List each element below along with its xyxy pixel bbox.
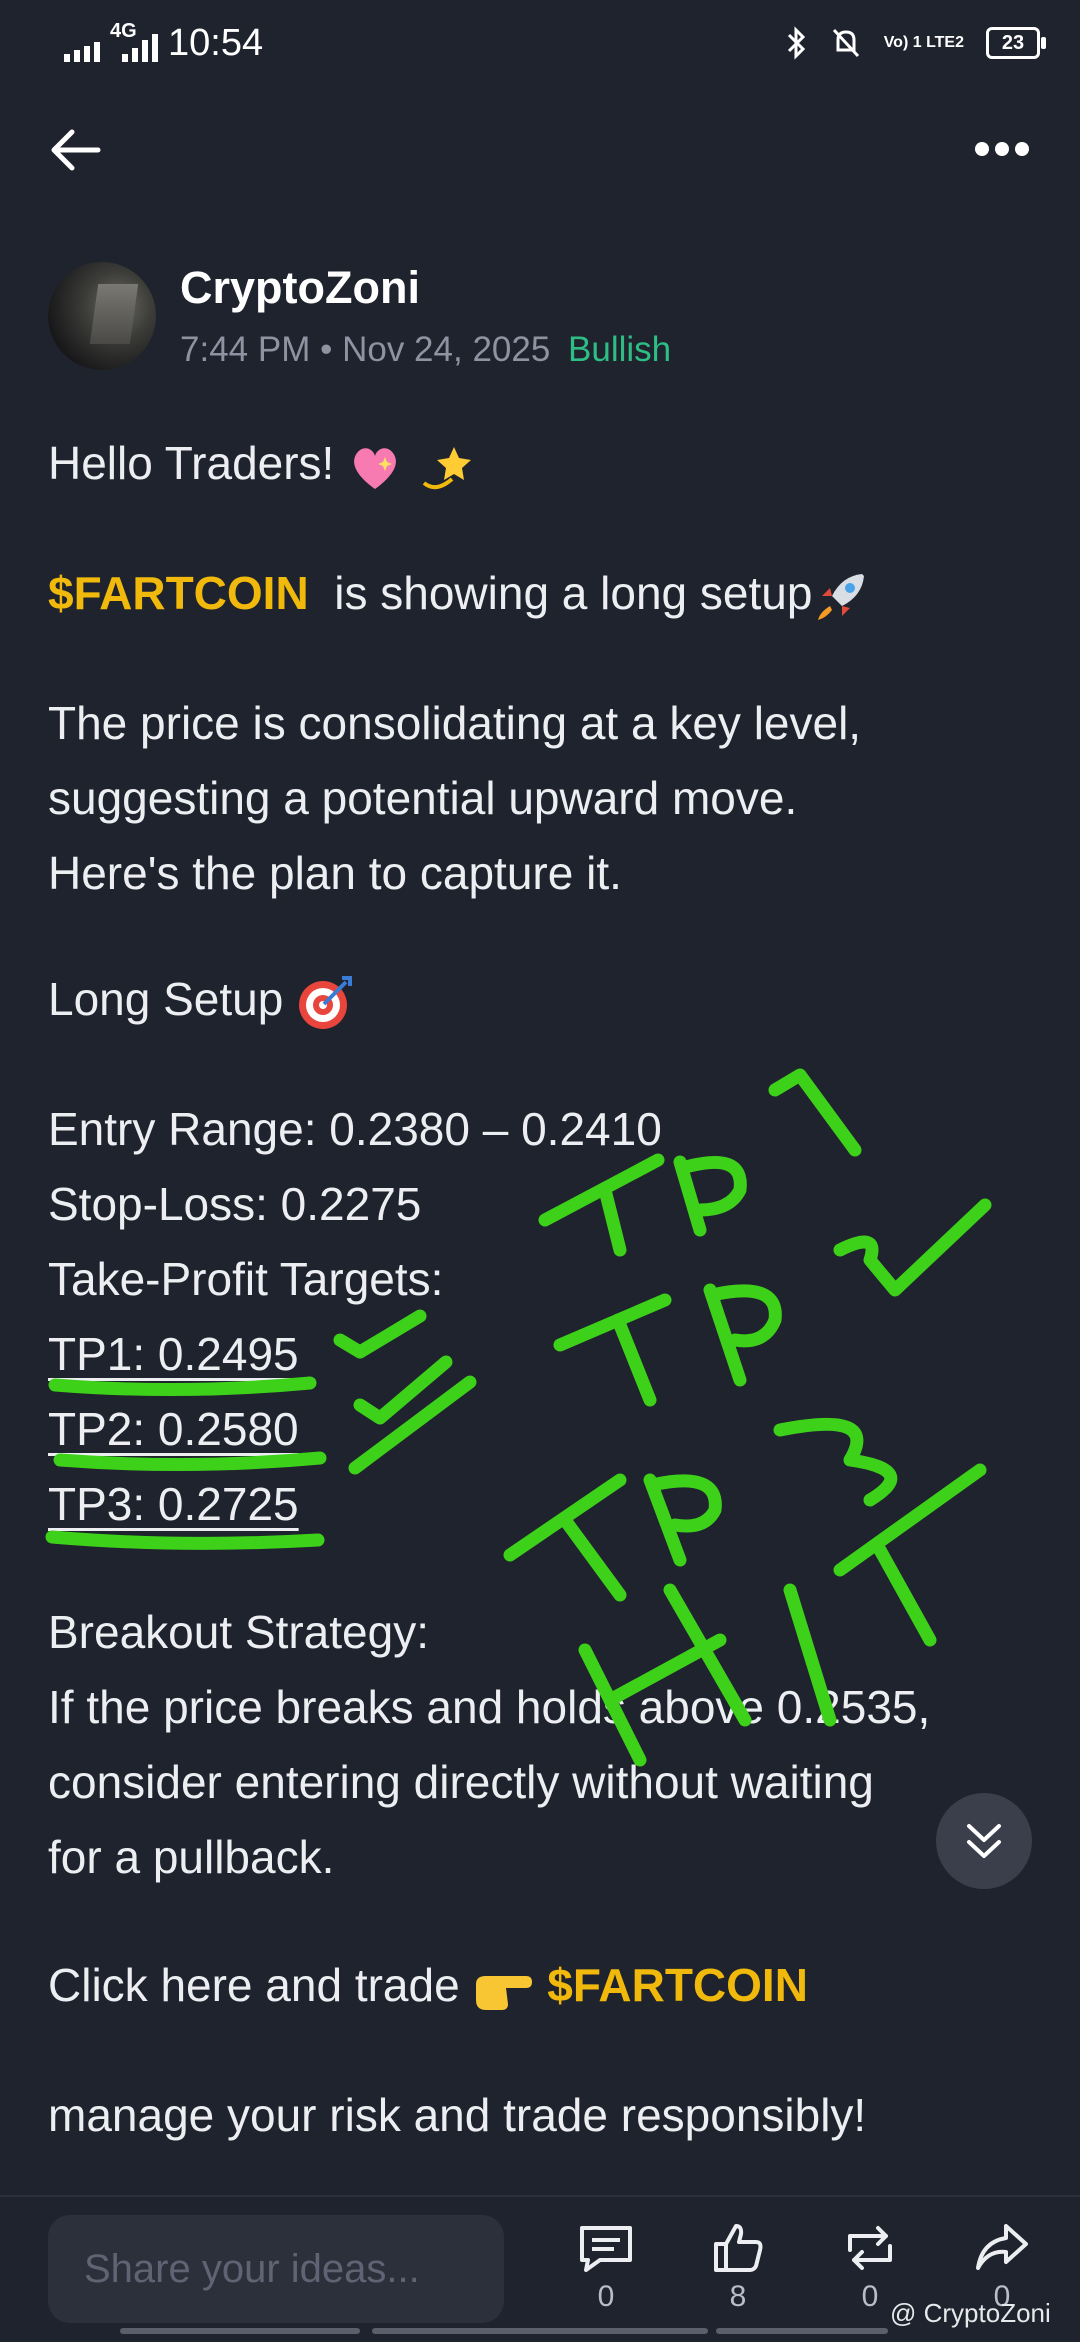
- meta-separator: •: [320, 330, 333, 369]
- thumbs-up-icon: [714, 2224, 763, 2272]
- clock: 10:54: [168, 22, 264, 64]
- sparkling-heart-icon: [354, 448, 397, 489]
- like-count: 8: [729, 2280, 747, 2313]
- author-name[interactable]: CryptoZoni: [180, 262, 420, 314]
- closing-line: manage your risk and trade responsibly!: [48, 2089, 867, 2141]
- double-chevron-down-icon: [967, 1824, 1001, 1858]
- repost-icon: [848, 2226, 892, 2270]
- comment-icon: [580, 2226, 632, 2272]
- page-indicator-bar: [372, 2328, 708, 2334]
- page-indicator-bar: [120, 2328, 360, 2334]
- page-indicator-bar: [716, 2328, 888, 2334]
- handwritten-annotation: [45, 1068, 992, 1767]
- back-arrow-icon[interactable]: [46, 120, 106, 180]
- bluetooth-icon: [787, 26, 805, 60]
- cta-text: Click here and trade: [48, 1959, 460, 2011]
- dizzy-star-icon: [422, 446, 471, 489]
- battery-level: 23: [1001, 31, 1025, 54]
- post-date: Nov 24, 2025: [342, 330, 551, 369]
- scroll-down-button[interactable]: [936, 1793, 1032, 1889]
- paragraph-intro: The price is consolidating at a key leve…: [48, 686, 1028, 911]
- comment-count: 0: [597, 2280, 615, 2313]
- network-type: 4G: [110, 20, 137, 42]
- cta-line: Click here and trade $FARTCOIN: [48, 1948, 1028, 2023]
- status-bar: 4G 10:54 Vo) 1 LTE2 23: [0, 0, 1080, 90]
- setup-text: is showing a long setup: [334, 567, 813, 619]
- share-arrow-icon: [976, 2224, 1028, 2270]
- mute-bell-icon: [832, 28, 859, 58]
- more-options-icon[interactable]: [974, 140, 1030, 158]
- signal-icon: [64, 34, 158, 62]
- comment-button[interactable]: 0: [566, 2222, 646, 2314]
- share-ideas-input[interactable]: Share your ideas...: [48, 2215, 504, 2323]
- setup-line: $FARTCOIN is showing a long setup: [48, 556, 1028, 631]
- like-button[interactable]: 8: [698, 2222, 778, 2314]
- paragraph-line: suggesting a potential upward move.: [48, 772, 798, 824]
- greeting-text: Hello Traders!: [48, 437, 335, 489]
- paragraph-line: The price is consolidating at a key leve…: [48, 697, 862, 749]
- sentiment-badge: Bullish: [568, 330, 672, 369]
- post-time: 7:44 PM: [180, 330, 311, 369]
- pointing-hand-icon: [476, 1975, 533, 2010]
- avatar[interactable]: [48, 262, 156, 370]
- greeting-line: Hello Traders!: [48, 426, 1028, 501]
- cta-ticker-link[interactable]: $FARTCOIN: [547, 1959, 808, 2011]
- ticker-link[interactable]: $FARTCOIN: [48, 567, 309, 619]
- paragraph-line: Here's the plan to capture it.: [48, 847, 622, 899]
- lte-indicator: Vo) 1 LTE2: [883, 34, 964, 51]
- rocket-icon: [818, 573, 865, 620]
- post-meta: 7:44 PM • Nov 24, 2025 Bullish: [180, 330, 671, 370]
- watermark: @ CryptoZoni: [890, 2298, 1051, 2328]
- battery-icon: 23: [986, 27, 1046, 59]
